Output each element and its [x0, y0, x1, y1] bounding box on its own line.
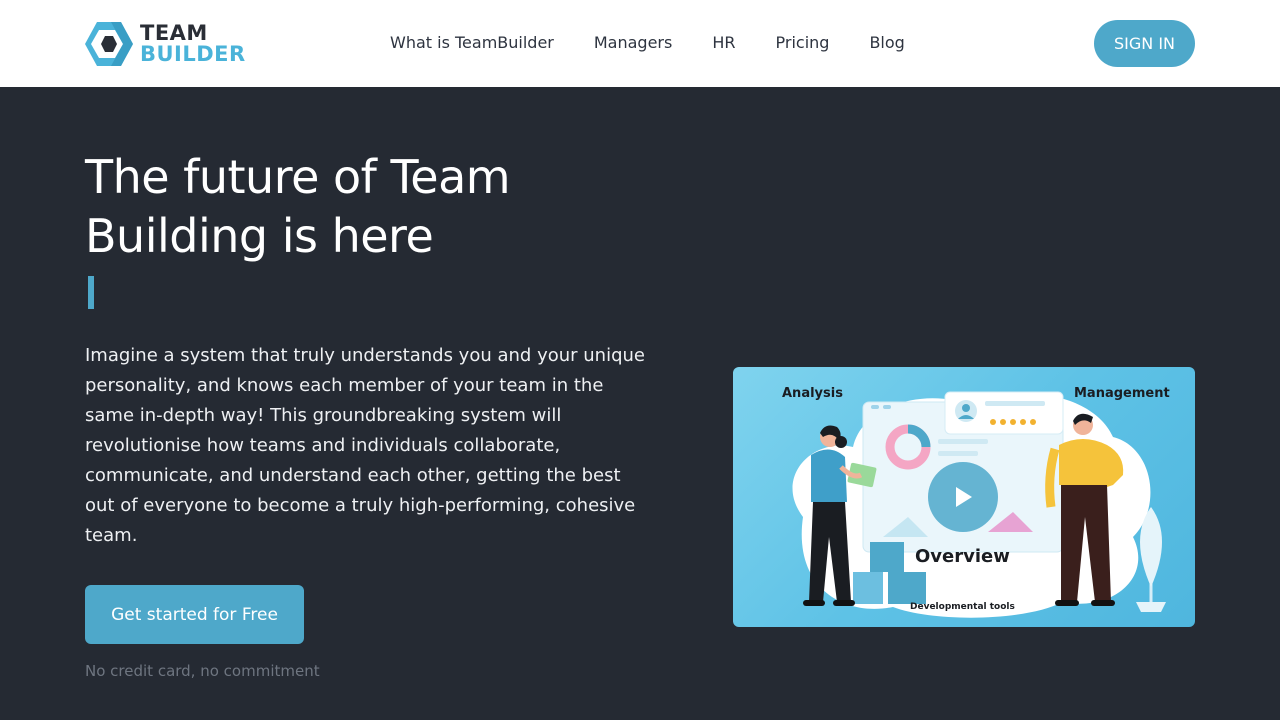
label-management: Management	[1074, 386, 1170, 401]
nav-blog[interactable]: Blog	[869, 33, 904, 55]
label-developmental-tools: Developmental tools	[910, 602, 1015, 612]
typing-cursor	[88, 276, 94, 309]
label-analysis: Analysis	[782, 386, 843, 401]
hero-description: Imagine a system that truly understands …	[85, 345, 645, 546]
nav-managers[interactable]: Managers	[594, 33, 672, 55]
hero-title: The future of Team Building is here	[85, 150, 511, 263]
main-nav: What is TeamBuilder Managers HR Pricing …	[390, 33, 905, 55]
label-overview: Overview	[915, 546, 1010, 567]
nav-pricing[interactable]: Pricing	[776, 33, 830, 55]
cta-note: No credit card, no commitment	[85, 662, 320, 680]
site-header: TEAM BUILDER What is TeamBuilder Manager…	[0, 0, 1280, 87]
overview-video[interactable]: Analysis Management Overview Development…	[733, 367, 1195, 627]
logo-text-builder: BUILDER	[140, 42, 246, 66]
nav-hr[interactable]: HR	[712, 33, 735, 55]
logo-mark-icon	[85, 22, 133, 66]
nav-what-is-teambuilder[interactable]: What is TeamBuilder	[390, 33, 554, 55]
teambuilder-logo[interactable]: TEAM BUILDER	[85, 20, 245, 68]
get-started-button[interactable]: Get started for Free	[85, 585, 304, 644]
sign-in-button[interactable]: SIGN IN	[1094, 20, 1195, 67]
video-play-button[interactable]	[928, 462, 998, 532]
logo-text-team: TEAM	[140, 21, 208, 45]
play-icon	[956, 487, 972, 507]
